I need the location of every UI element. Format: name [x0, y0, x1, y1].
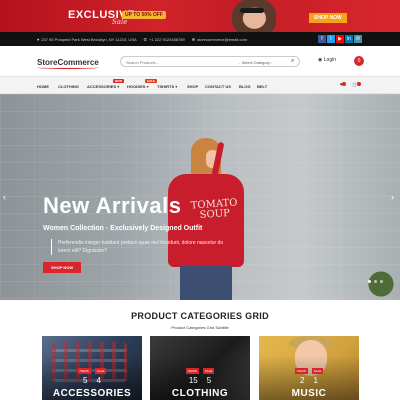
sale-badge: SALE — [145, 79, 158, 83]
site-header: StoreCommerce Search Products... - Selec… — [0, 46, 400, 76]
nav-item-shop[interactable]: SHOP — [187, 84, 198, 89]
search-icon[interactable]: ⌕ — [291, 58, 294, 65]
phone-text: +1 222 9123456789 — [149, 37, 185, 42]
linkedin-icon[interactable]: in — [345, 35, 353, 43]
login-link[interactable]: ◉ Login — [318, 57, 336, 63]
slider-dot[interactable] — [380, 280, 383, 283]
category-card-accessories[interactable]: ITEMS SALE 5 4 ACCESSORIES — [42, 336, 142, 400]
hero-slider: TOMATO SOUP New Arrivals Women Collectio… — [0, 94, 400, 300]
nav-item-hoodies-label: HOODIES — [127, 84, 146, 89]
nav-item-home[interactable]: HOME — [37, 84, 49, 89]
card-tags: ITEMS SALE — [259, 368, 359, 374]
sale-count: 5 — [206, 376, 212, 385]
site-logo[interactable]: StoreCommerce — [37, 58, 99, 69]
address-text: 237 95 Prospect Park West Brooklyn, NY 1… — [41, 37, 137, 42]
promo-sunglasses — [240, 8, 264, 13]
items-count: 2 — [300, 376, 305, 385]
slider-dots — [368, 280, 383, 283]
address: ⌖ 237 95 Prospect Park West Brooklyn, NY … — [37, 37, 137, 42]
search-input[interactable]: Search Products... — [126, 60, 159, 65]
items-count: 15 — [188, 376, 198, 385]
sale-tag: SALE — [94, 368, 107, 374]
category-label: ACCESSORIES — [52, 388, 132, 399]
phone[interactable]: ✆ +1 222 9123456789 — [144, 37, 185, 42]
email-social-icon[interactable]: ✉ — [354, 35, 362, 43]
nav-item-tshirts[interactable]: TSHIRTS ▾ — [157, 84, 177, 89]
nav-item-hoodies[interactable]: HOODIES ▾ SALE — [127, 79, 158, 89]
promo-shop-button[interactable]: SHOP NOW — [309, 13, 347, 23]
mail-icon: ✉ — [191, 37, 196, 42]
youtube-icon[interactable]: ▶ — [336, 35, 344, 43]
nav-item-blog[interactable]: BLOG — [239, 84, 251, 89]
categories-title: PRODUCT CATEGORIES GRID — [131, 311, 269, 321]
new-badge: NEW — [113, 79, 124, 83]
category-card-music[interactable]: ITEMS SALE 2 1 MUSIC — [259, 336, 359, 400]
hero-description: Perferendis integer habitant pretium qua… — [51, 239, 231, 255]
sale-count: 4 — [96, 376, 101, 385]
category-label: MUSIC — [291, 388, 327, 399]
contact-info: ⌖ 237 95 Prospect Park West Brooklyn, NY … — [37, 37, 247, 42]
card-counts: 15 5 — [150, 376, 250, 385]
header-cart-icon[interactable]: 0 — [354, 56, 364, 66]
nav-item-belt[interactable]: BELT — [257, 84, 267, 89]
user-icon: ◉ — [318, 57, 323, 63]
main-nav: HOME CLOTHING ACCESSORIES ▾ NEW HOODIES … — [0, 76, 400, 94]
location-pin-icon: ⌖ — [37, 37, 40, 42]
hero-subtitle: Women Collection - Exclusively Designed … — [43, 225, 203, 232]
email-text: storecommerce@email.com — [197, 37, 247, 42]
sale-count: 1 — [313, 376, 318, 385]
card-counts: 2 1 — [259, 376, 359, 385]
phone-icon: ✆ — [143, 37, 148, 42]
promo-model-image — [228, 0, 276, 32]
promo-script: Sale — [112, 18, 128, 26]
nav-item-accessories-label: ACCESSORIES — [87, 84, 117, 89]
model-jeans — [180, 266, 232, 300]
nav-item-clothing[interactable]: CLOTHING — [58, 84, 79, 89]
sale-tag: SALE — [202, 368, 215, 374]
nav-item-accessories[interactable]: ACCESSORIES ▾ NEW — [87, 79, 124, 89]
wishlist-count-dot — [341, 82, 346, 86]
items-tag: ITEMS — [77, 368, 91, 374]
next-arrow-icon[interactable]: › — [391, 192, 394, 202]
promo-discount-pill: UP TO 50% OFF — [122, 11, 166, 19]
categories-subtitle: Product Categories Grid Subtitle — [171, 325, 229, 330]
wishlist-icon[interactable]: ♥ — [340, 82, 346, 88]
card-tags: ITEMS SALE — [150, 368, 250, 374]
logo-swoosh — [37, 66, 99, 69]
card-tags: ITEMS SALE — [42, 368, 142, 374]
items-count: 5 — [83, 376, 88, 385]
login-label: Login — [323, 57, 336, 63]
nav-item-contact[interactable]: CONTACT US — [205, 84, 231, 89]
email[interactable]: ✉ storecommerce@email.com — [192, 37, 247, 42]
top-contact-bar: ⌖ 237 95 Prospect Park West Brooklyn, NY … — [0, 32, 400, 46]
sweater-print: TOMATO SOUP — [190, 197, 238, 222]
facebook-icon[interactable]: f — [318, 35, 326, 43]
promo-banner[interactable]: EXCLUSIVE Sale UP TO 50% OFF SHOP NOW — [0, 0, 400, 32]
sale-tag: SALE — [311, 368, 324, 374]
social-links: f t ▶ in ✉ — [318, 35, 362, 43]
category-select[interactable]: - Select Category - — [239, 60, 272, 65]
items-tag: ITEMS — [294, 368, 308, 374]
nav-item-tshirts-label: TSHIRTS — [157, 84, 175, 89]
items-tag: ITEMS — [185, 368, 199, 374]
twitter-icon[interactable]: t — [327, 35, 335, 43]
slider-dot[interactable] — [368, 280, 371, 283]
slider-dot[interactable] — [374, 280, 377, 283]
card-counts: 5 4 — [42, 376, 142, 385]
prev-arrow-icon[interactable]: ‹ — [3, 192, 6, 202]
cart-icon[interactable]: 🛒 — [352, 82, 362, 88]
search-bar[interactable]: Search Products... - Select Category - ⌕ — [120, 56, 300, 67]
hero-shop-button[interactable]: SHOP NOW — [43, 262, 82, 273]
cart-count-dot — [357, 82, 362, 86]
hero-title: New Arrivals — [43, 193, 182, 218]
category-card-clothing[interactable]: ITEMS SALE 15 5 CLOTHING — [150, 336, 250, 400]
category-label: CLOTHING — [171, 388, 229, 399]
nav-icons: ♥ 🛒 — [340, 82, 362, 88]
